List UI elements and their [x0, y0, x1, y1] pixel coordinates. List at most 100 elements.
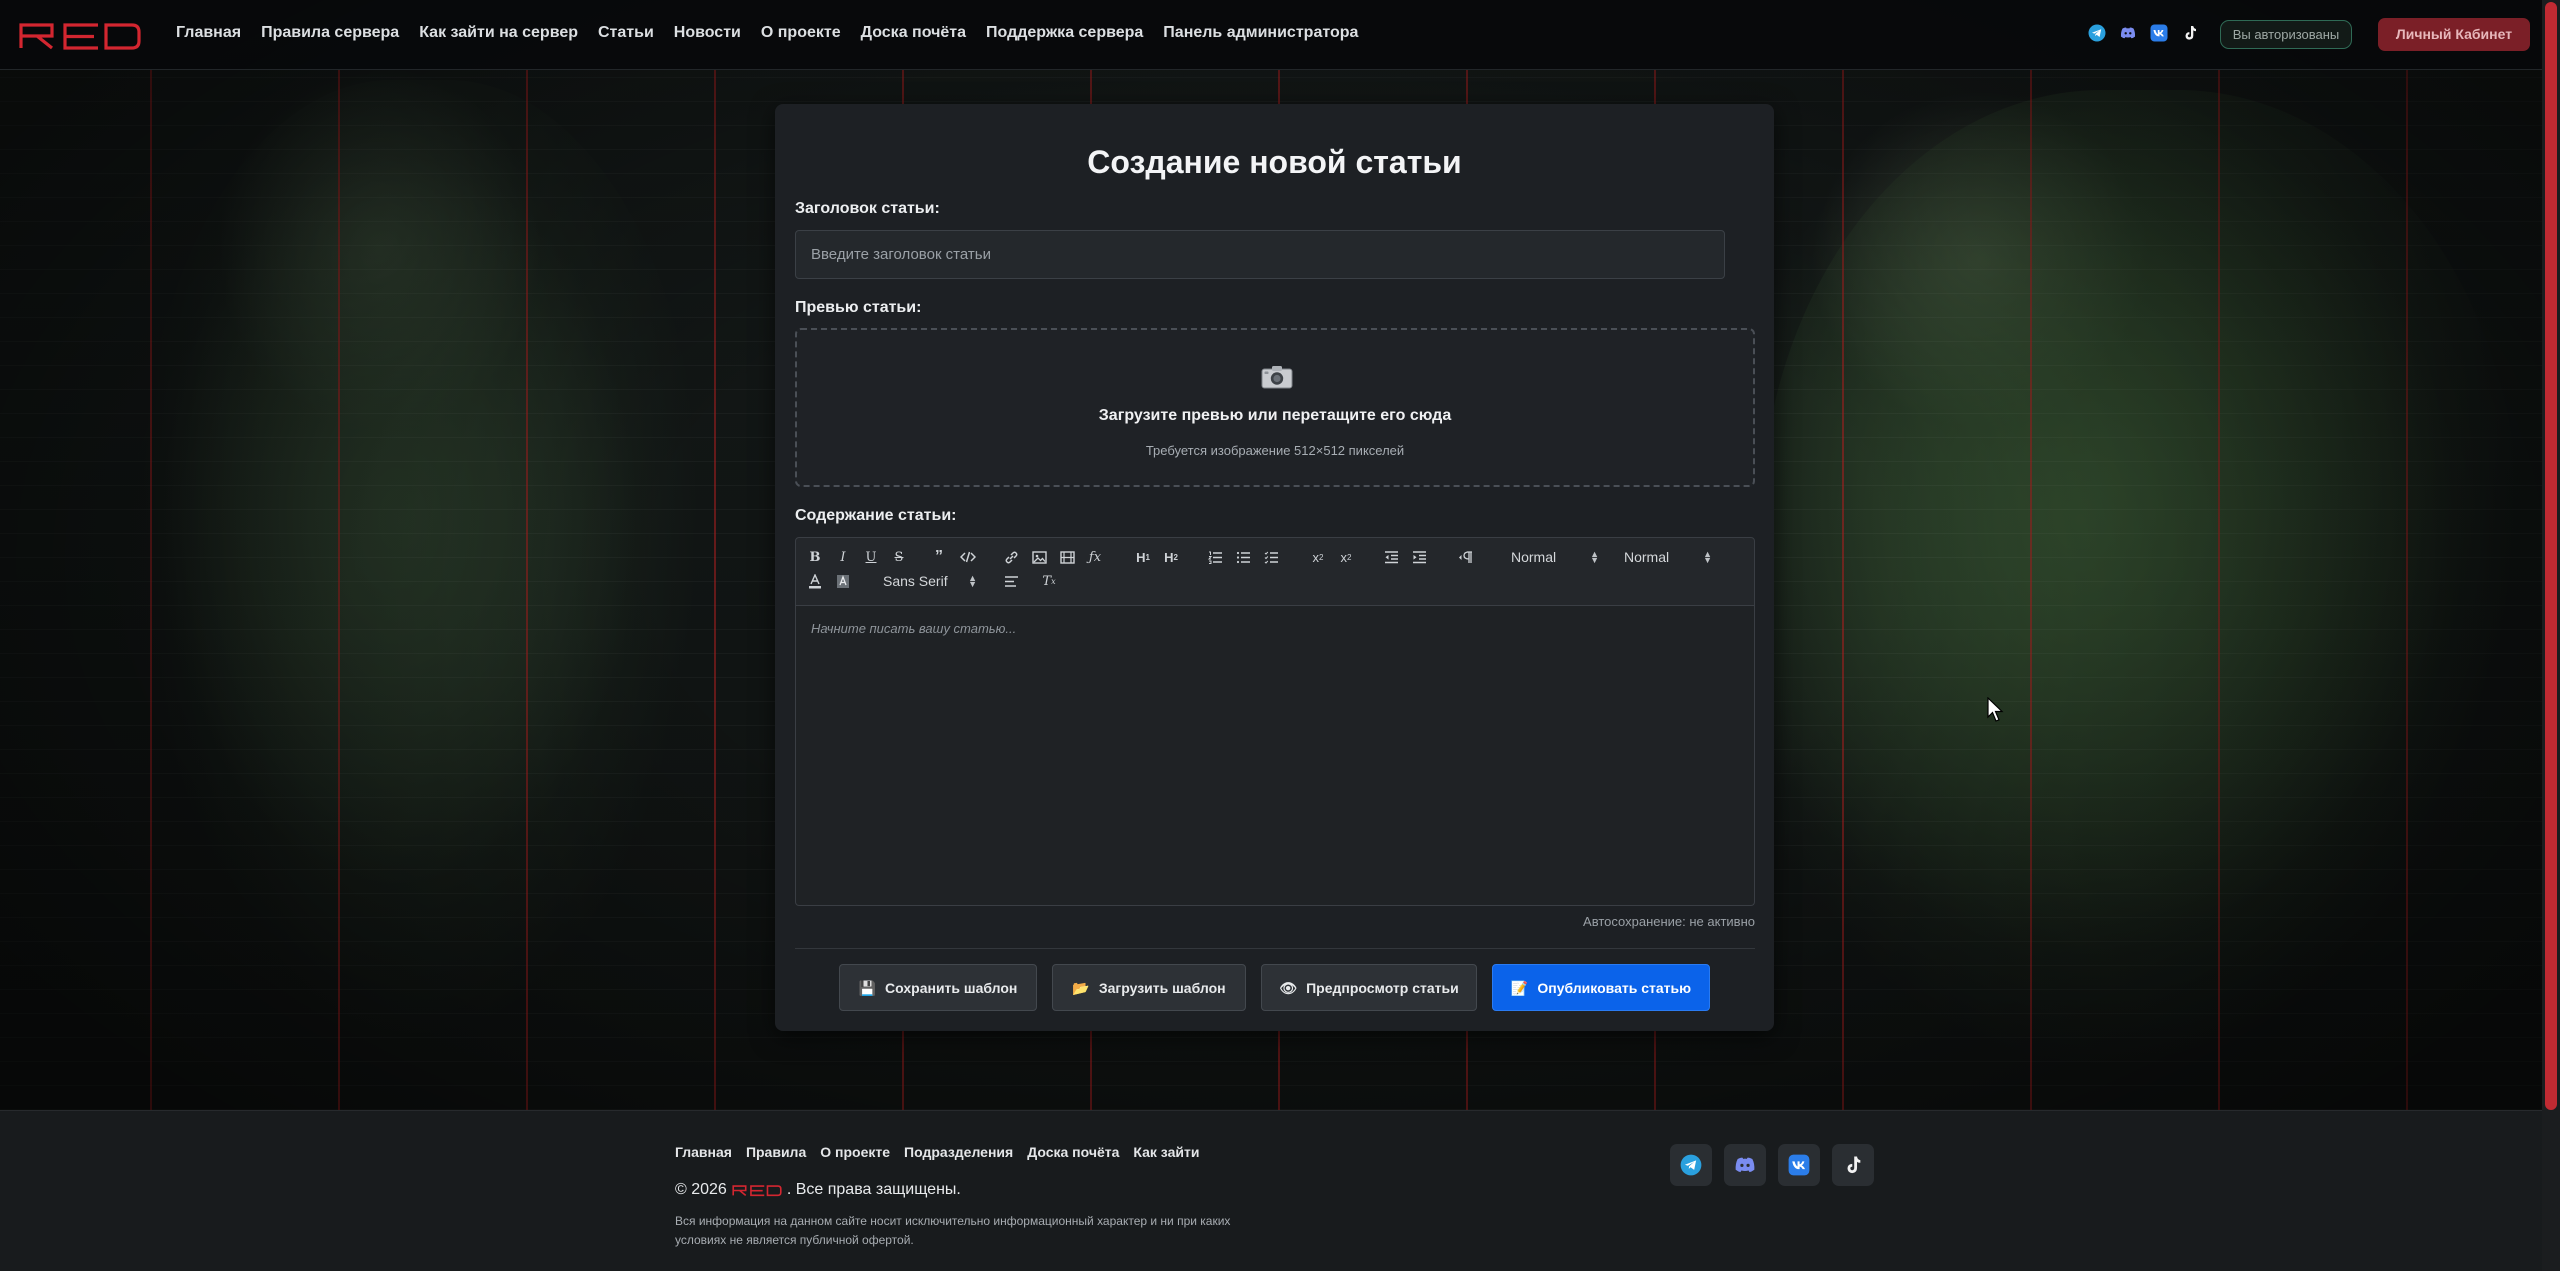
nav-link-admin-panel[interactable]: Панель администратора	[1163, 24, 1358, 42]
discord-icon	[1735, 1157, 1755, 1173]
select-arrows-icon: ▲ ▼	[1703, 549, 1712, 565]
publish-article-label: Опубликовать статью	[1537, 979, 1692, 996]
header-format-value: Normal	[1511, 549, 1557, 565]
dropzone-title: Загрузите превью или перетащите его сюда	[1098, 407, 1452, 424]
floppy-disk-icon: 💾	[858, 979, 877, 996]
nav-link-how-to-join[interactable]: Как зайти на сервер	[419, 24, 578, 42]
save-template-label: Сохранить шаблон	[885, 979, 1018, 996]
footer-link-how-to-join[interactable]: Как зайти	[1133, 1144, 1199, 1160]
copyright-year: © 2026	[675, 1181, 727, 1198]
ordered-list-icon[interactable]	[1207, 548, 1223, 566]
direction-rtl-icon[interactable]	[1457, 548, 1475, 566]
content-field-label: Содержание статьи:	[795, 507, 957, 524]
editor-toolbar: B I U S ” ƒx H1 H2 x2 x2 Normal ▲ ▼ Norm…	[795, 537, 1755, 606]
nav-link-articles[interactable]: Статьи	[598, 24, 654, 42]
vk-icon	[1788, 1154, 1810, 1176]
tiktok-icon[interactable]	[2181, 24, 2199, 42]
footer-telegram-button[interactable]	[1670, 1144, 1712, 1186]
dropzone-hint: Требуется изображение 512×512 пикселей	[1145, 443, 1405, 458]
font-size-select[interactable]: Normal ▲ ▼	[1624, 548, 1712, 566]
folder-icon: 📂	[1072, 979, 1090, 996]
background-color-icon[interactable]	[835, 572, 851, 590]
formula-icon[interactable]: ƒx	[1087, 548, 1103, 566]
save-template-button[interactable]: 💾 Сохранить шаблон	[839, 964, 1037, 1011]
eye-icon: 👁	[1279, 979, 1298, 996]
subscript-icon[interactable]: x2	[1309, 548, 1327, 566]
footer-tiktok-button[interactable]	[1832, 1144, 1874, 1186]
preview-article-label: Предпросмотр статьи	[1306, 979, 1459, 996]
font-size-value: Normal	[1624, 549, 1670, 565]
load-template-button[interactable]: 📂 Загрузить шаблон	[1052, 964, 1246, 1011]
header-1-icon[interactable]: H1	[1133, 548, 1153, 566]
link-icon[interactable]	[1003, 548, 1019, 566]
page-scrollbar[interactable]	[2542, 0, 2560, 1271]
telegram-icon	[1680, 1154, 1702, 1176]
blockquote-icon[interactable]: ”	[931, 548, 947, 566]
page-title: Создание новой статьи	[1087, 144, 1462, 180]
footer-link-divisions[interactable]: Подразделения	[904, 1144, 1013, 1160]
discord-icon[interactable]	[2119, 24, 2137, 42]
copyright-text: . Все права защищены.	[786, 1181, 961, 1198]
preview-field-label: Превью статьи:	[795, 299, 922, 316]
site-logo[interactable]	[18, 21, 142, 51]
code-block-icon[interactable]	[959, 548, 977, 566]
footer-vk-button[interactable]	[1778, 1144, 1820, 1186]
italic-icon[interactable]: I	[835, 548, 851, 566]
clean-formatting-icon[interactable]: Tx	[1041, 572, 1057, 590]
title-field-label: Заголовок статьи:	[795, 200, 940, 217]
scrollbar-thumb[interactable]	[2545, 2, 2557, 1110]
main-nav: Главная Правила сервера Как зайти на сер…	[176, 24, 1358, 42]
memo-icon: 📝	[1510, 979, 1529, 996]
font-family-select[interactable]: Sans Serif ▲ ▼	[883, 572, 977, 590]
header-format-select[interactable]: Normal ▲ ▼	[1511, 548, 1599, 566]
footer-link-about[interactable]: О проекте	[820, 1144, 890, 1160]
nav-link-support[interactable]: Поддержка сервера	[986, 24, 1143, 42]
footer-link-home[interactable]: Главная	[675, 1144, 732, 1160]
vk-icon[interactable]	[2150, 24, 2168, 42]
nav-link-news[interactable]: Новости	[674, 24, 741, 42]
footer-nav: Главная Правила О проекте Подразделения …	[675, 1144, 1199, 1160]
nav-link-rules[interactable]: Правила сервера	[261, 24, 399, 42]
strike-icon[interactable]: S	[891, 548, 907, 566]
actions-divider	[795, 948, 1755, 949]
check-list-icon[interactable]	[1263, 548, 1279, 566]
superscript-icon[interactable]: x2	[1337, 548, 1355, 566]
preview-article-button[interactable]: 👁 Предпросмотр статьи	[1261, 964, 1477, 1011]
bold-icon[interactable]: B	[807, 548, 823, 566]
nav-link-about[interactable]: О проекте	[761, 24, 841, 42]
footer-link-rules[interactable]: Правила	[746, 1144, 806, 1160]
create-article-card: Создание новой статьи Заголовок статьи: …	[775, 104, 1774, 1031]
indent-icon[interactable]	[1411, 548, 1427, 566]
text-color-icon[interactable]	[807, 572, 823, 590]
select-arrows-icon: ▲ ▼	[1590, 549, 1599, 565]
editor-placeholder: Начните писать вашу статью...	[811, 621, 1017, 636]
article-content-editor[interactable]: Начните писать вашу статью...	[795, 606, 1755, 906]
publish-article-button[interactable]: 📝 Опубликовать статью	[1492, 964, 1710, 1011]
bullet-list-icon[interactable]	[1235, 548, 1251, 566]
header-2-icon[interactable]: H2	[1161, 548, 1181, 566]
footer-logo	[732, 1184, 782, 1196]
telegram-icon[interactable]	[2088, 24, 2106, 42]
article-title-input[interactable]	[795, 230, 1725, 279]
personal-cabinet-button[interactable]: Личный Кабинет	[2378, 18, 2530, 51]
footer-social-links	[1670, 1144, 1874, 1186]
font-family-value: Sans Serif	[883, 573, 948, 589]
autosave-status: Автосохранение: не активно	[1583, 914, 1755, 929]
mouse-cursor-icon	[1987, 697, 2004, 722]
copyright: © 2026 . Все права защищены.	[675, 1181, 961, 1199]
underline-icon[interactable]: U	[863, 548, 879, 566]
select-arrows-icon: ▲ ▼	[968, 573, 977, 589]
legal-disclaimer: Вся информация на данном сайте носит иск…	[675, 1214, 1231, 1247]
nav-link-hall-of-fame[interactable]: Доска почёта	[861, 24, 966, 42]
load-template-label: Загрузить шаблон	[1098, 979, 1226, 996]
outdent-icon[interactable]	[1383, 548, 1399, 566]
video-icon[interactable]	[1059, 548, 1075, 566]
image-icon[interactable]	[1031, 548, 1047, 566]
align-icon[interactable]	[1003, 572, 1019, 590]
nav-social-links	[2088, 24, 2199, 42]
nav-link-home[interactable]: Главная	[176, 24, 241, 42]
preview-dropzone[interactable]: Загрузите превью или перетащите его сюда…	[795, 328, 1755, 487]
footer-discord-button[interactable]	[1724, 1144, 1766, 1186]
footer-link-hall-of-fame[interactable]: Доска почёта	[1027, 1144, 1119, 1160]
site-footer: Главная Правила О проекте Подразделения …	[0, 1110, 2542, 1271]
